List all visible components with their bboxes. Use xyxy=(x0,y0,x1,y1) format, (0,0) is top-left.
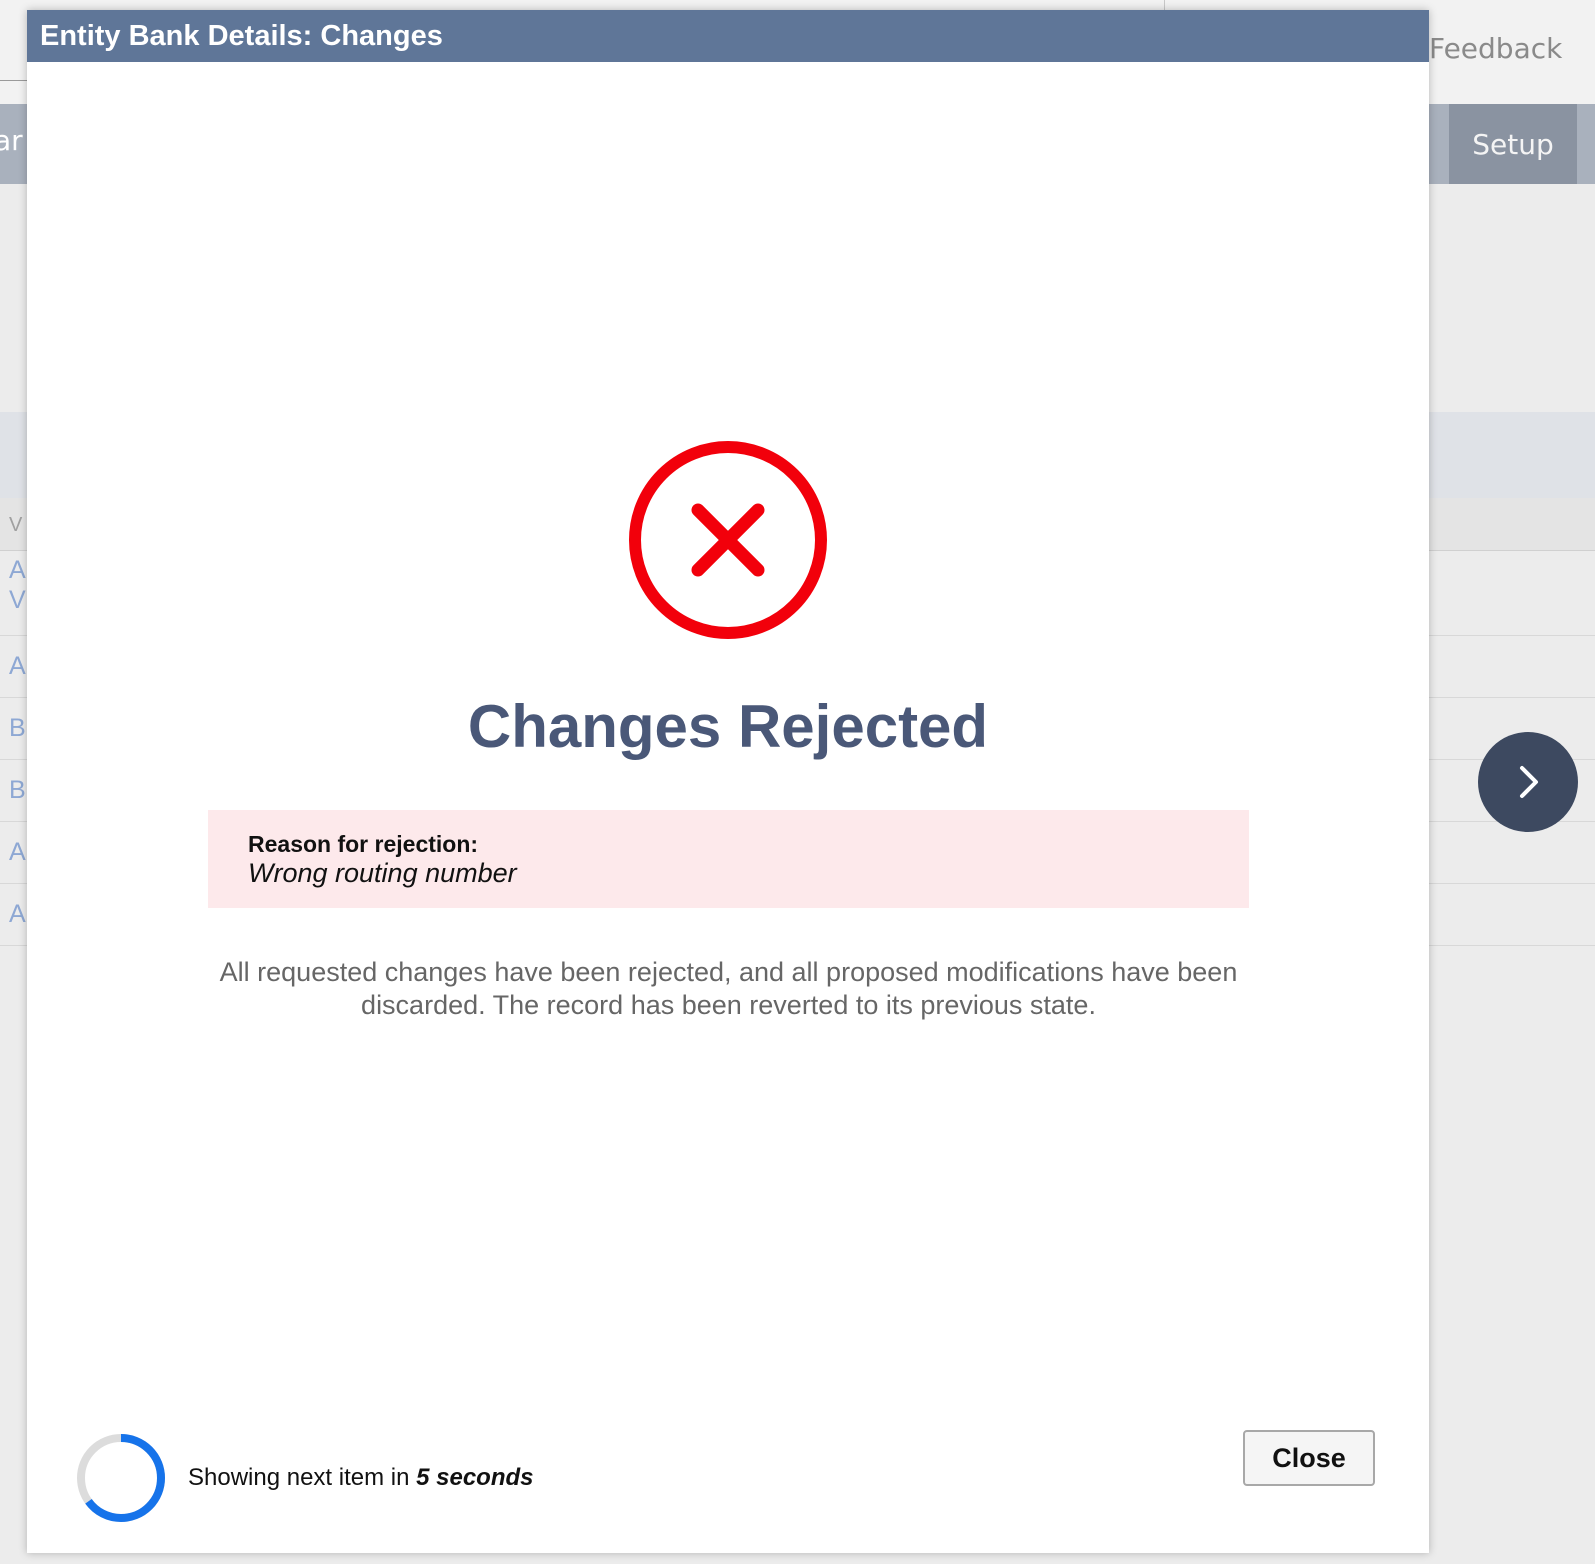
table-row-link[interactable]: A V xyxy=(9,555,26,615)
countdown-spinner-icon xyxy=(77,1434,165,1522)
nav-item-setup[interactable]: Setup xyxy=(1449,104,1577,184)
countdown-text: Showing next item in 5 seconds xyxy=(188,1464,534,1492)
chevron-right-icon xyxy=(1520,766,1538,798)
changes-modal: Entity Bank Details: Changes Changes Rej… xyxy=(27,10,1429,1553)
countdown-prefix: Showing next item in xyxy=(188,1464,410,1491)
table-row-link[interactable]: A xyxy=(9,837,26,867)
table-row-link[interactable]: B xyxy=(9,775,26,805)
nav-item-partial[interactable]: ar xyxy=(0,124,23,157)
modal-header: Entity Bank Details: Changes xyxy=(27,10,1429,62)
x-circle-icon xyxy=(629,441,827,639)
table-row-link[interactable]: B xyxy=(9,713,26,743)
table-row-link[interactable]: A xyxy=(9,651,26,681)
result-heading: Changes Rejected xyxy=(467,693,989,760)
countdown-value: 5 seconds xyxy=(416,1464,534,1491)
next-item-button[interactable] xyxy=(1478,732,1578,832)
reason-value: Wrong routing number xyxy=(248,858,517,888)
close-button[interactable]: Close xyxy=(1243,1430,1375,1486)
result-message: All requested changes have been rejected… xyxy=(219,957,1238,1020)
reason-label: Reason for rejection: xyxy=(248,831,479,857)
modal-title: Entity Bank Details: Changes xyxy=(40,20,443,52)
rejection-reason-box: Reason for rejection: Wrong routing numb… xyxy=(208,810,1249,908)
table-header-cell[interactable]: V xyxy=(9,514,22,537)
table-row-link[interactable]: A xyxy=(9,899,26,929)
feedback-link[interactable]: Feedback xyxy=(1429,32,1562,65)
